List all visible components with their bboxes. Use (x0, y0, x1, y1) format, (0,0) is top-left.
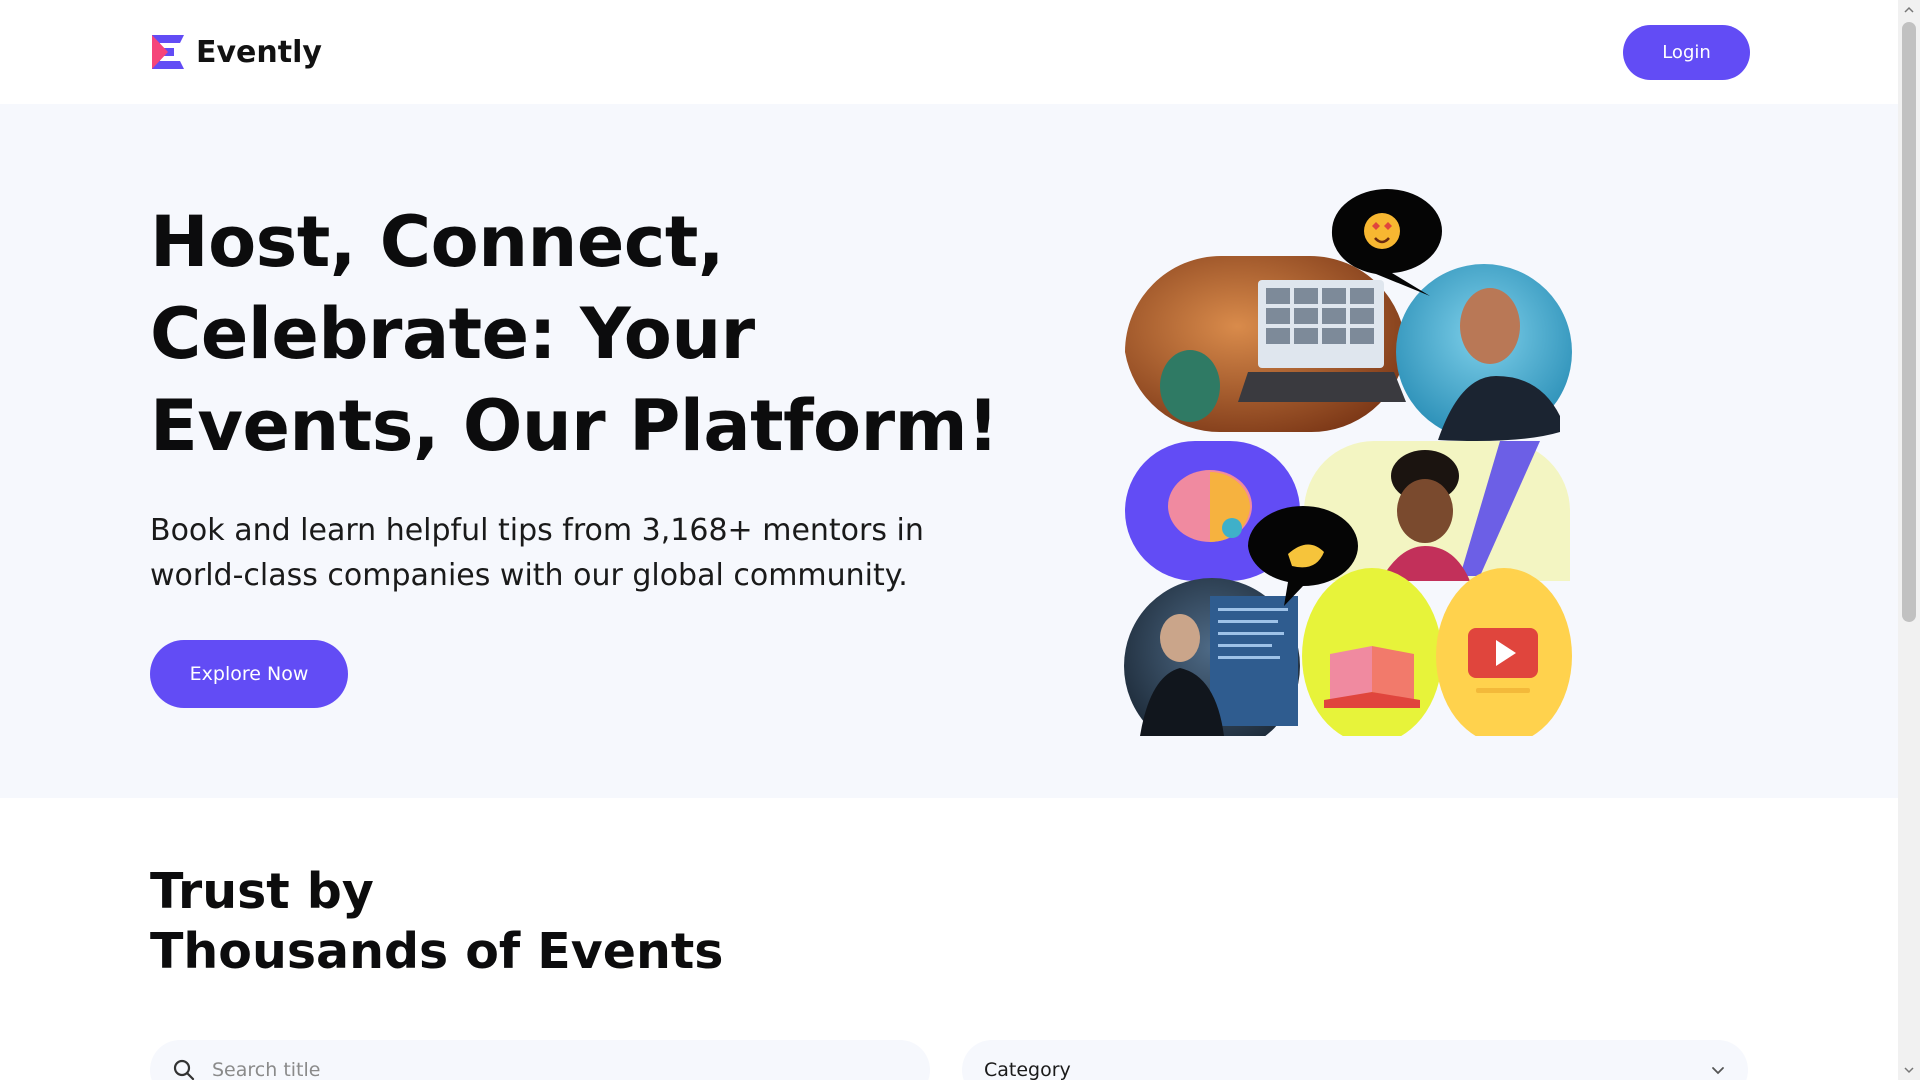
evently-logo-icon (152, 35, 184, 69)
hero-title-line: Celebrate: Your (150, 293, 755, 375)
chevron-down-icon (1712, 1067, 1724, 1075)
search-icon (173, 1059, 195, 1080)
hero-subtitle: Book and learn helpful tips from 3,168+ … (150, 508, 950, 598)
open-book-illustration (1302, 568, 1442, 736)
laptop-video-call-photo (1125, 256, 1406, 433)
vertical-scrollbar[interactable] (1898, 0, 1920, 1080)
hero-subtitle-line: Book and learn helpful tips from 3,168+ … (150, 513, 924, 548)
hero-section: Host, Connect, Celebrate: Your Events, O… (0, 104, 1898, 798)
hero-title: Host, Connect, Celebrate: Your Events, O… (150, 196, 999, 472)
scroll-up-arrow-icon[interactable] (1898, 0, 1920, 20)
scroll-down-arrow-icon[interactable] (1898, 1060, 1920, 1080)
hero-title-line: Host, Connect, (150, 201, 724, 283)
brand-logo[interactable]: Evently (150, 33, 322, 71)
search-input[interactable] (212, 1059, 892, 1080)
smiling-man-photo (1396, 264, 1572, 441)
hero-collage (1120, 176, 1580, 736)
scrollbar-thumb[interactable] (1902, 22, 1916, 622)
explore-now-button[interactable]: Explore Now (150, 640, 348, 708)
hero-subtitle-line: world-class companies with our global co… (150, 558, 908, 593)
video-play-illustration (1436, 568, 1572, 736)
brand-name: Evently (196, 34, 322, 70)
trust-title-line: Thousands of Events (150, 923, 724, 980)
collage-graphic (1124, 189, 1572, 736)
login-button[interactable]: Login (1623, 25, 1750, 80)
presenter-photo (1124, 578, 1300, 736)
page: Evently Login Host, Connect, Celebrate: … (0, 0, 1898, 1080)
trust-section-title: Trust by Thousands of Events (150, 862, 723, 982)
category-select[interactable]: Category (962, 1040, 1748, 1080)
search-field[interactable] (150, 1040, 930, 1080)
trust-title-line: Trust by (150, 863, 374, 920)
category-select-label: Category (984, 1059, 1071, 1080)
hero-title-line: Events, Our Platform! (150, 385, 999, 467)
site-header: Evently Login (0, 0, 1898, 104)
